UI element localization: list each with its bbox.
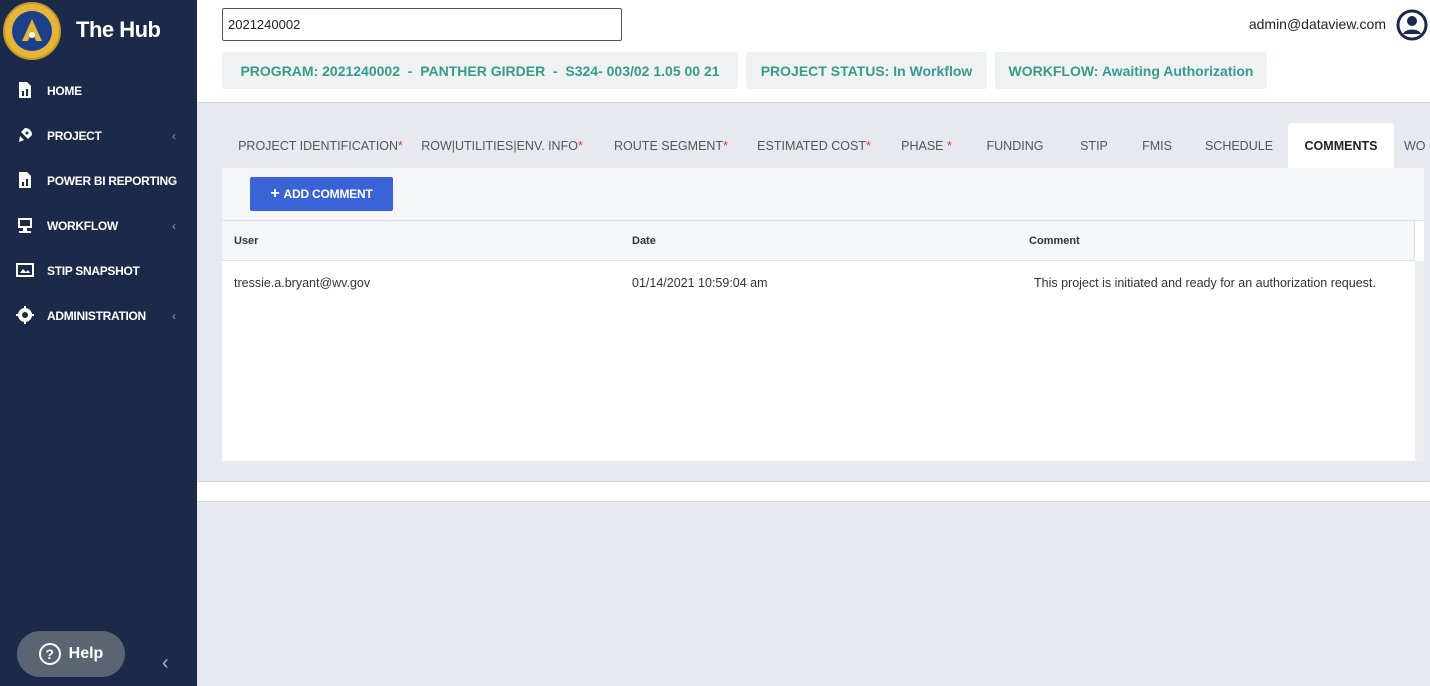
rocket-icon (16, 126, 34, 144)
workflow-icon (16, 216, 34, 234)
gear-icon (16, 306, 34, 324)
tab-fmis[interactable]: FMIS (1134, 123, 1180, 168)
tab-schedule[interactable]: SCHEDULE (1199, 123, 1279, 168)
tab-workflow-truncated[interactable]: WO (1404, 123, 1430, 168)
user-avatar-icon[interactable] (1396, 9, 1428, 41)
comments-table: User Date Comment tressie.a.bryant@wv.go… (222, 220, 1424, 462)
help-button[interactable]: ? Help (17, 631, 125, 677)
report-icon (16, 171, 34, 189)
column-header-date[interactable]: Date (632, 235, 656, 247)
tab-route-segment[interactable]: ROUTE SEGMENT * (607, 123, 735, 168)
tab-estimated-cost[interactable]: ESTIMATED COST * (754, 123, 874, 168)
app-title: The Hub (76, 17, 161, 42)
sidebar: The Hub HOME PROJECT ‹ POWER BI REPORTIN… (0, 0, 197, 686)
tab-funding[interactable]: FUNDING (977, 123, 1053, 168)
cell-user: tressie.a.bryant@wv.gov (234, 276, 371, 290)
sidebar-item-label: WORKFLOW (47, 219, 118, 233)
sidebar-item-label: STIP SNAPSHOT (47, 264, 140, 278)
user-email[interactable]: admin@dataview.com (1249, 16, 1386, 32)
sidebar-item-label: ADMINISTRATION (47, 309, 146, 323)
table-header: User Date Comment (222, 221, 1415, 261)
chevron-left-icon: ‹ (172, 129, 176, 143)
add-comment-button[interactable]: + ADD COMMENT (250, 177, 393, 211)
sidebar-item-home[interactable]: HOME (0, 71, 197, 111)
chevron-left-icon: ‹ (172, 219, 176, 233)
tab-comments[interactable]: COMMENTS (1288, 123, 1394, 168)
add-comment-label: ADD COMMENT (283, 187, 373, 201)
document-icon (16, 81, 34, 99)
sidebar-item-project[interactable]: PROJECT ‹ (0, 116, 197, 156)
project-status-pill: PROJECT STATUS: In Workflow (746, 52, 987, 89)
column-header-user[interactable]: User (234, 235, 258, 247)
tab-phase[interactable]: PHASE * (894, 123, 959, 168)
brand: The Hub (0, 0, 197, 62)
tab-project-identification[interactable]: PROJECT IDENTIFICATION * (228, 123, 413, 168)
tab-row-utilities-env-info[interactable]: ROW|UTILITIES|ENV. INFO * (419, 123, 585, 168)
snapshot-icon (16, 261, 34, 279)
program-pill: PROGRAM: 2021240002 - PANTHER GIRDER - S… (222, 52, 738, 89)
column-header-comment[interactable]: Comment (1029, 235, 1080, 247)
help-label: Help (68, 645, 104, 662)
tab-stip[interactable]: STIP (1069, 123, 1119, 168)
chevron-left-icon: ‹ (172, 309, 176, 323)
comments-panel: + ADD COMMENT User Date Comment tressie.… (222, 168, 1424, 462)
footer-bar (197, 481, 1430, 502)
tab-bar: PROJECT IDENTIFICATION * ROW|UTILITIES|EN… (197, 123, 1430, 168)
plus-icon: + (270, 185, 280, 202)
header: admin@dataview.com PROGRAM: 2021240002 -… (197, 0, 1430, 103)
collapse-sidebar-icon[interactable]: ‹ (162, 652, 182, 676)
search-input[interactable] (222, 8, 622, 41)
workflow-status-pill: WORKFLOW: Awaiting Authorization (995, 52, 1267, 89)
sidebar-item-stip-snapshot[interactable]: STIP SNAPSHOT (0, 251, 197, 291)
cell-date: 01/14/2021 10:59:04 am (632, 276, 768, 290)
chevron-left-icon: ‹ (172, 174, 176, 188)
cell-comment: This project is initiated and ready for … (1034, 276, 1376, 290)
sidebar-item-administration[interactable]: ADMINISTRATION ‹ (0, 296, 197, 336)
state-seal-logo (3, 2, 61, 60)
sidebar-item-label: PROJECT (47, 129, 102, 143)
sidebar-item-power-bi-reporting[interactable]: POWER BI REPORTING ‹ (0, 161, 197, 201)
sidebar-item-label: HOME (47, 84, 82, 98)
sidebar-item-label: POWER BI REPORTING (47, 174, 177, 188)
question-icon: ? (38, 643, 61, 665)
vertical-scrollbar[interactable] (1415, 261, 1424, 462)
sidebar-item-workflow[interactable]: WORKFLOW ‹ (0, 206, 197, 246)
